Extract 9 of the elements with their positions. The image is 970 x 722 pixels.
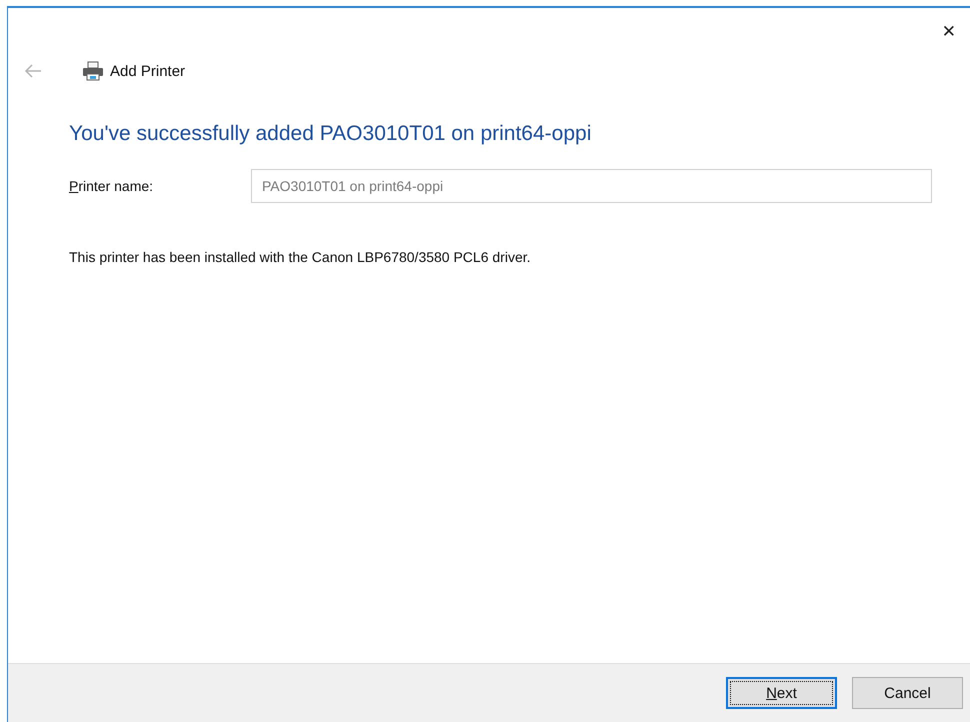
- driver-message: This printer has been installed with the Canon LBP6780/3580 PCL6 driver.: [69, 249, 532, 265]
- printer-name-label: Printer name:: [69, 178, 154, 194]
- close-button[interactable]: ✕: [934, 20, 964, 44]
- success-heading: You've successfully added PAO3010T01 on print64-oppi: [69, 122, 592, 146]
- default-button[interactable]: Next: [726, 677, 837, 709]
- back-arrow-icon[interactable]: [24, 64, 42, 78]
- printer-icon: [82, 61, 104, 81]
- dialog-button[interactable]: Cancel: [852, 677, 963, 709]
- window-title: Add Printer: [110, 62, 186, 80]
